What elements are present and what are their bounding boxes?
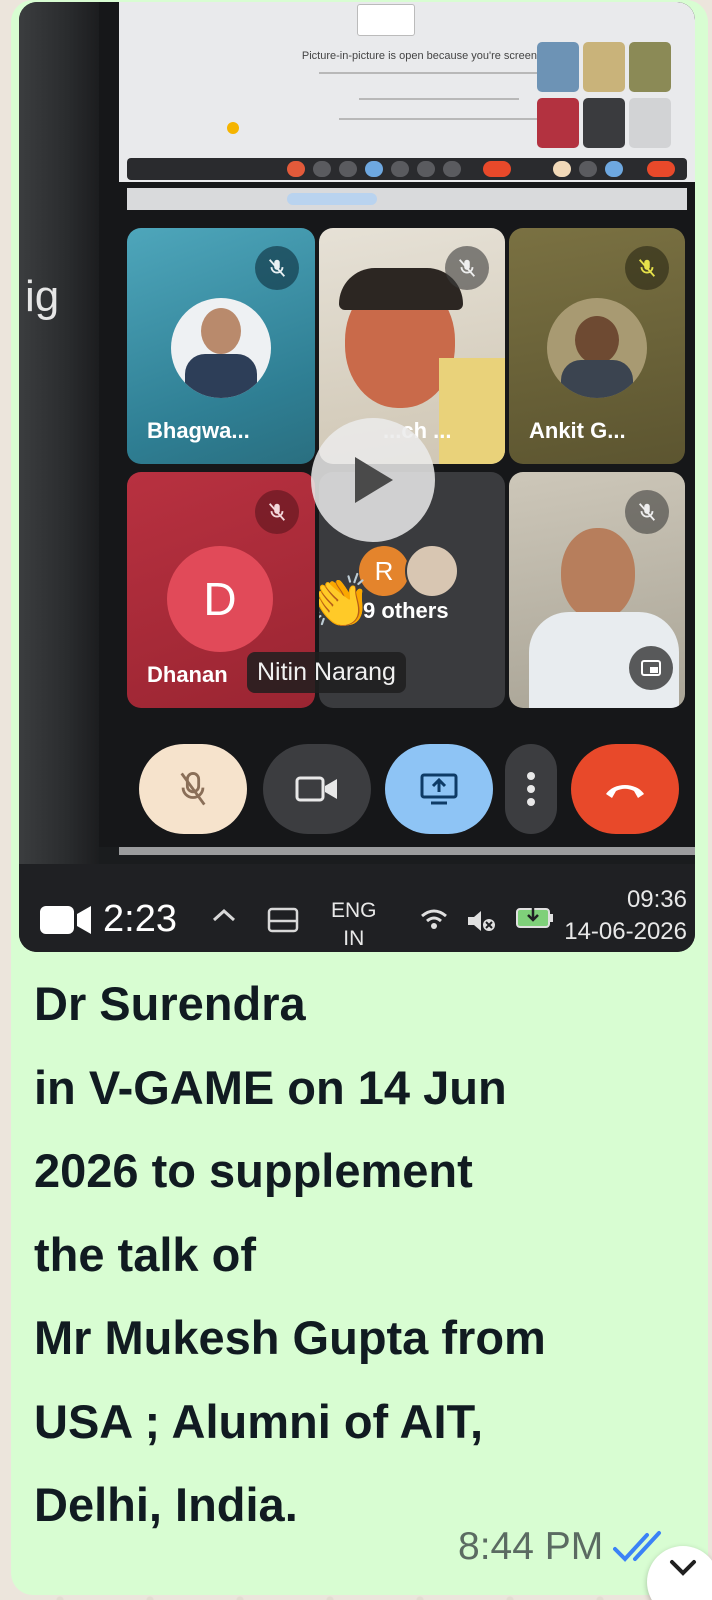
caption-line: Dr Surendra xyxy=(34,977,306,1030)
laptop-frame xyxy=(119,847,695,855)
system-clock: 09:36 14-06-2026 xyxy=(564,884,687,948)
camera-button[interactable] xyxy=(263,744,371,834)
participant-avatar xyxy=(405,544,459,598)
message-caption: Dr Surendra in V-GAME on 14 Jun 2026 to … xyxy=(34,962,684,1547)
speaker-muted-icon xyxy=(468,911,495,931)
chevron-down-icon xyxy=(670,1560,696,1576)
pip-subtext xyxy=(339,118,539,120)
play-icon xyxy=(355,457,393,503)
caption-line: the talk of xyxy=(34,1227,256,1281)
participant-avatar xyxy=(171,298,271,398)
mic-off-icon xyxy=(445,246,489,290)
video-camera-icon xyxy=(40,905,91,934)
participant-tile[interactable] xyxy=(509,472,685,708)
present-button[interactable] xyxy=(385,744,493,834)
message-bubble[interactable]: ig Picture-in-picture is open because yo… xyxy=(11,0,708,1595)
participant-name: Dhanan xyxy=(147,662,228,687)
caption-line: in V-GAME on 14 Jun xyxy=(34,1060,507,1114)
caption-line: USA ; Alumni of AIT, xyxy=(34,1394,484,1448)
mic-off-icon xyxy=(255,246,299,290)
message-time: 8:44 PM xyxy=(458,1525,604,1568)
pip-subtext xyxy=(359,98,519,100)
clock-time: 09:36 xyxy=(626,886,687,913)
pip-expand-icon xyxy=(629,646,673,690)
others-count: 9 others xyxy=(363,598,449,623)
tablet-mode-icon xyxy=(267,907,299,933)
mini-taskbar xyxy=(127,188,687,210)
play-button[interactable] xyxy=(311,418,435,542)
avatar-initial: D xyxy=(203,573,237,625)
video-thumbnail[interactable]: ig Picture-in-picture is open because yo… xyxy=(19,2,695,952)
raised-hand-icon: 👏 xyxy=(319,573,372,631)
mic-toggle-button[interactable] xyxy=(139,744,247,834)
language-indicator: ENG IN xyxy=(331,897,377,952)
participant-tile[interactable]: Bhagwa... xyxy=(127,228,315,464)
region-code: IN xyxy=(343,927,365,950)
video-duration: 2:23 xyxy=(39,898,177,941)
participant-avatar: D xyxy=(167,546,273,652)
clock-date: 14-06-2026 xyxy=(564,918,687,945)
participant-name: Bhagwa... xyxy=(147,418,250,443)
message-meta: 8:44 PM xyxy=(458,1525,671,1569)
battery-charging-icon xyxy=(516,906,553,928)
wifi-icon xyxy=(421,909,447,929)
chevron-up-icon xyxy=(212,908,236,922)
language-code: ENG xyxy=(331,899,377,922)
participant-avatar xyxy=(547,298,647,398)
participant-name: Ankit G... xyxy=(529,418,626,443)
avatar-initial: R xyxy=(374,555,394,586)
more-options-button[interactable] xyxy=(505,744,557,834)
participant-video xyxy=(561,528,635,620)
participant-tile[interactable]: Ankit G... xyxy=(509,228,685,464)
caption-line: Mr Mukesh Gupta from xyxy=(34,1311,546,1364)
mic-off-icon xyxy=(255,490,299,534)
mic-off-icon xyxy=(625,490,669,534)
edge-text: ig xyxy=(25,272,60,321)
mini-meet-toolbar xyxy=(127,158,687,180)
caption-line: 2026 to supplement xyxy=(34,1144,473,1197)
end-call-button[interactable] xyxy=(571,744,679,834)
pip-thumbnail xyxy=(357,4,415,36)
mini-participant-grid xyxy=(537,42,687,152)
laptop-bezel xyxy=(19,2,99,952)
duration-text: 2:23 xyxy=(103,898,177,940)
pip-subtext xyxy=(319,72,559,74)
mic-off-icon xyxy=(625,246,669,290)
raised-hand-tooltip: Nitin Narang xyxy=(247,652,406,693)
hand-raise-icon xyxy=(227,122,239,134)
